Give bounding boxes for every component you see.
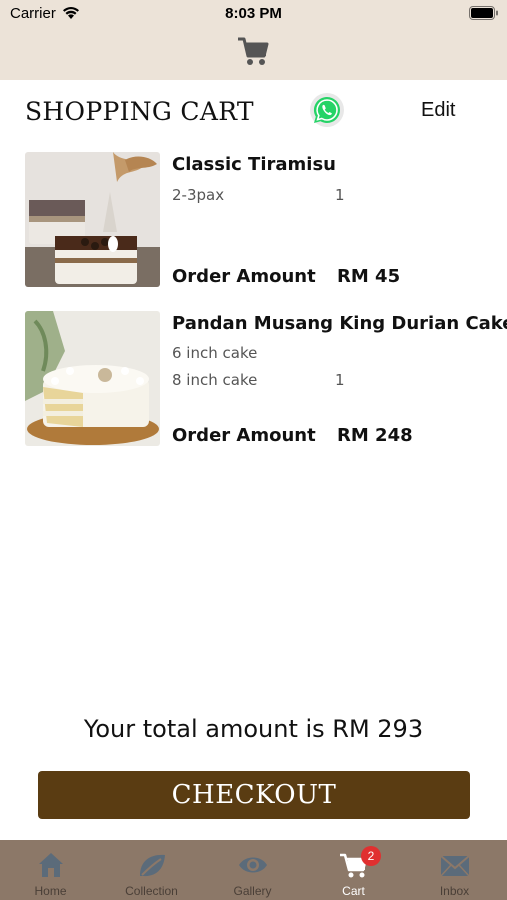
cart-item: Classic Tiramisu 2-3pax 1 Order Amount R… — [0, 152, 507, 292]
total-amount: Your total amount is RM 293 — [83, 715, 424, 743]
leaf-icon — [140, 854, 165, 877]
page-title: SHOPPING CART — [25, 97, 254, 126]
item-option: 8 inch cake — [172, 371, 258, 389]
item-quantity: 1 — [335, 186, 345, 204]
cart-badge: 2 — [361, 846, 381, 866]
tab-home[interactable]: Home — [0, 840, 101, 900]
order-amount-label: Order Amount — [172, 266, 316, 287]
whatsapp-icon[interactable] — [309, 92, 345, 128]
tab-label: Collection — [125, 884, 178, 898]
item-image-durian-cake — [25, 311, 160, 446]
item-quantity: 1 — [335, 371, 345, 389]
status-time: 8:03 PM — [225, 5, 282, 22]
item-name: Classic Tiramisu — [172, 154, 336, 175]
envelope-icon — [440, 855, 470, 877]
tab-cart[interactable]: 2 Cart — [303, 840, 404, 900]
tab-label: Gallery — [233, 884, 272, 898]
edit-button[interactable]: Edit — [421, 99, 455, 122]
tab-bar: Home Collection Gallery 2 Cart Inbox — [0, 840, 507, 900]
order-amount-value: RM 45 — [337, 266, 401, 287]
status-bar: Carrier 8:03 PM — [0, 0, 507, 28]
item-image-tiramisu — [25, 152, 160, 287]
order-amount-value: RM 248 — [337, 425, 413, 446]
item-option: 2-3pax — [172, 186, 225, 204]
header-cart-icon — [238, 37, 269, 65]
title-row: SHOPPING CART Edit — [0, 80, 507, 142]
battery-icon — [469, 6, 498, 20]
item-name: Pandan Musang King Durian Cake — [172, 313, 507, 334]
home-icon — [39, 853, 63, 877]
cart-item: Pandan Musang King Durian Cake 6 inch ca… — [0, 311, 507, 451]
item-option: 6 inch cake — [172, 344, 258, 362]
tab-gallery[interactable]: Gallery — [202, 840, 303, 900]
top-header: Carrier 8:03 PM — [0, 0, 507, 80]
eye-icon — [239, 857, 267, 873]
order-amount-label: Order Amount — [172, 425, 316, 446]
tab-collection[interactable]: Collection — [101, 840, 202, 900]
tab-label: Inbox — [439, 884, 470, 898]
tab-label: Cart — [342, 884, 365, 898]
tab-inbox[interactable]: Inbox — [404, 840, 505, 900]
checkout-button[interactable]: CHECKOUT — [38, 771, 470, 819]
tab-label: Home — [34, 884, 67, 898]
